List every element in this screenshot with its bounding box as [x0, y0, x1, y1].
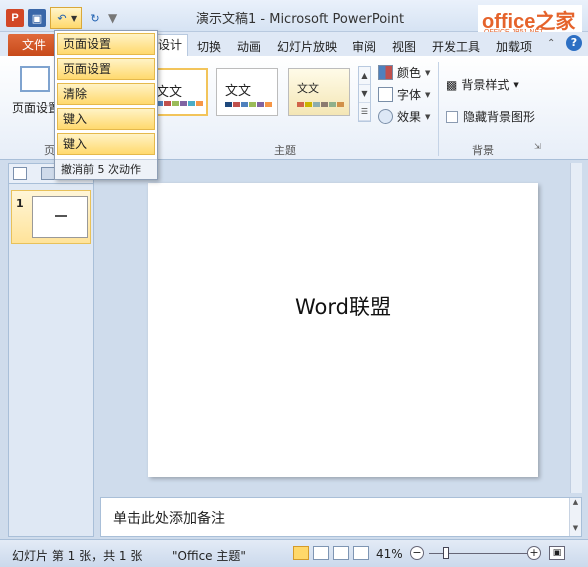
slideshow-view-icon[interactable]: [353, 546, 369, 560]
fit-to-window-icon[interactable]: ▣: [549, 546, 565, 560]
hide-background-graphics[interactable]: 隐藏背景图形: [446, 108, 535, 125]
tab-animations[interactable]: 动画: [237, 38, 261, 55]
slides-pane: 1: [8, 163, 94, 537]
chevron-up-icon[interactable]: ▲: [570, 498, 581, 506]
fonts-icon: [378, 87, 393, 102]
redo-icon[interactable]: ↻: [86, 9, 104, 27]
zoom-in-icon[interactable]: +: [527, 546, 541, 560]
bg-styles-label: 背景样式: [461, 78, 510, 92]
slide-number: 1: [16, 197, 24, 210]
tab-addins[interactable]: 加载项: [496, 38, 532, 55]
title-bar: P ▣ ↶ ▼ ↻ ▼ 演示文稿1 - Microsoft PowerPoint…: [0, 0, 588, 39]
window-title: 演示文稿1 - Microsoft PowerPoint: [196, 12, 405, 27]
chevron-down-icon: ▼: [513, 80, 519, 89]
fonts-label: 字体: [397, 88, 422, 102]
hide-bg-label: 隐藏背景图形: [463, 110, 536, 124]
tab-review[interactable]: 审阅: [352, 38, 376, 55]
chevron-down-icon: ▼: [425, 90, 431, 99]
tab-slideshow[interactable]: 幻灯片放映: [277, 38, 337, 55]
group-divider: [438, 62, 439, 156]
slide-thumbnail-item[interactable]: 1: [11, 190, 91, 244]
theme-name-status[interactable]: "Office 主题": [172, 547, 246, 564]
undo-history-menu: 页面设置 页面设置 清除 键入 键入 撤消前 5 次动作: [54, 30, 158, 180]
reading-view-icon[interactable]: [333, 546, 349, 560]
slide-thumbnail[interactable]: [32, 196, 88, 238]
slide-editor: Word联盟: [100, 163, 582, 493]
undo-history-item[interactable]: 键入: [57, 133, 155, 155]
normal-view-icon[interactable]: [293, 546, 309, 560]
undo-history-item[interactable]: 键入: [57, 108, 155, 130]
chevron-down-icon: ▼: [425, 112, 431, 121]
theme-thumb-2[interactable]: 文文: [216, 68, 278, 116]
tab-file[interactable]: 文件: [8, 34, 60, 56]
slides-tab-icon[interactable]: [13, 167, 27, 180]
theme-effects-button[interactable]: 效果 ▼: [378, 108, 430, 125]
theme-colors-button[interactable]: 颜色 ▼: [378, 64, 430, 81]
dialog-launcher-icon[interactable]: ⇲: [534, 142, 541, 151]
notes-scrollbar[interactable]: ▲ ▼: [569, 498, 581, 536]
save-icon[interactable]: ▣: [28, 9, 46, 27]
hide-bg-checkbox[interactable]: [446, 110, 458, 123]
theme-color-bars: [225, 102, 272, 107]
editor-scrollbar[interactable]: [570, 163, 582, 493]
minimize-ribbon-icon[interactable]: ⌃: [547, 38, 555, 49]
page-setup-icon[interactable]: [20, 66, 50, 92]
chevron-up-icon[interactable]: ▲: [359, 67, 370, 85]
thumbnail-text-mark: [55, 215, 67, 217]
zoom-level[interactable]: 41%: [376, 547, 403, 561]
theme-sample-text: 文文: [225, 84, 252, 99]
effects-label: 效果: [397, 110, 422, 124]
gallery-more-icon[interactable]: ☰: [359, 103, 370, 121]
undo-history-item[interactable]: 页面设置: [57, 33, 155, 55]
customize-qat-icon[interactable]: ▼: [108, 11, 117, 25]
notes-pane[interactable]: 单击此处添加备注 ▲ ▼: [100, 497, 582, 537]
page-setup-button[interactable]: 页面设置: [12, 99, 60, 116]
theme-gallery-scroll[interactable]: ▲ ▼ ☰: [358, 66, 371, 122]
powerpoint-logo-icon[interactable]: P: [6, 9, 24, 27]
undo-history-item[interactable]: 清除: [57, 83, 155, 105]
effects-icon: [378, 109, 393, 124]
outline-tab-icon[interactable]: [41, 167, 55, 180]
tab-transitions[interactable]: 切换: [197, 38, 221, 55]
background-styles-button[interactable]: ▩ 背景样式 ▼: [446, 76, 519, 93]
theme-color-bars: [156, 101, 203, 106]
colors-icon: [378, 65, 393, 80]
status-bar: 幻灯片 第 1 张，共 1 张 "Office 主题" 41% − + ▣: [0, 539, 588, 567]
slide-text-box[interactable]: Word联盟: [148, 291, 538, 321]
theme-sample-text: 文文: [156, 85, 183, 100]
zoom-slider-thumb[interactable]: [442, 547, 449, 559]
quick-access-toolbar: P ▣ ↶ ▼ ↻ ▼: [6, 7, 117, 29]
themes-group-label: 主题: [274, 144, 296, 157]
theme-thumb-3[interactable]: 文文: [288, 68, 350, 116]
slide-count-status: 幻灯片 第 1 张，共 1 张: [12, 549, 143, 563]
slide-canvas[interactable]: Word联盟: [148, 183, 538, 477]
notes-placeholder[interactable]: 单击此处添加备注: [113, 508, 225, 528]
undo-button[interactable]: ↶ ▼: [50, 7, 82, 29]
theme-color-bars: [297, 102, 344, 107]
tab-developer[interactable]: 开发工具: [432, 38, 480, 55]
zoom-out-icon[interactable]: −: [410, 546, 424, 560]
tab-view[interactable]: 视图: [392, 38, 416, 55]
undo-dropdown-icon[interactable]: ▼: [71, 14, 79, 23]
chevron-down-icon: ▼: [425, 68, 431, 77]
theme-fonts-button[interactable]: 字体 ▼: [378, 86, 430, 103]
slide-sorter-icon[interactable]: [313, 546, 329, 560]
help-icon[interactable]: ?: [566, 35, 582, 51]
undo-icon: ↶: [57, 11, 67, 25]
chevron-down-icon[interactable]: ▼: [359, 85, 370, 103]
colors-label: 颜色: [397, 66, 422, 80]
undo-count-footer: 撤消前 5 次动作: [55, 159, 157, 179]
paint-bucket-icon: ▩: [446, 77, 458, 92]
theme-sample-text: 文文: [297, 82, 319, 95]
chevron-down-icon[interactable]: ▼: [570, 524, 581, 532]
background-group-label: 背景: [472, 144, 494, 157]
undo-history-item[interactable]: 页面设置: [57, 58, 155, 80]
